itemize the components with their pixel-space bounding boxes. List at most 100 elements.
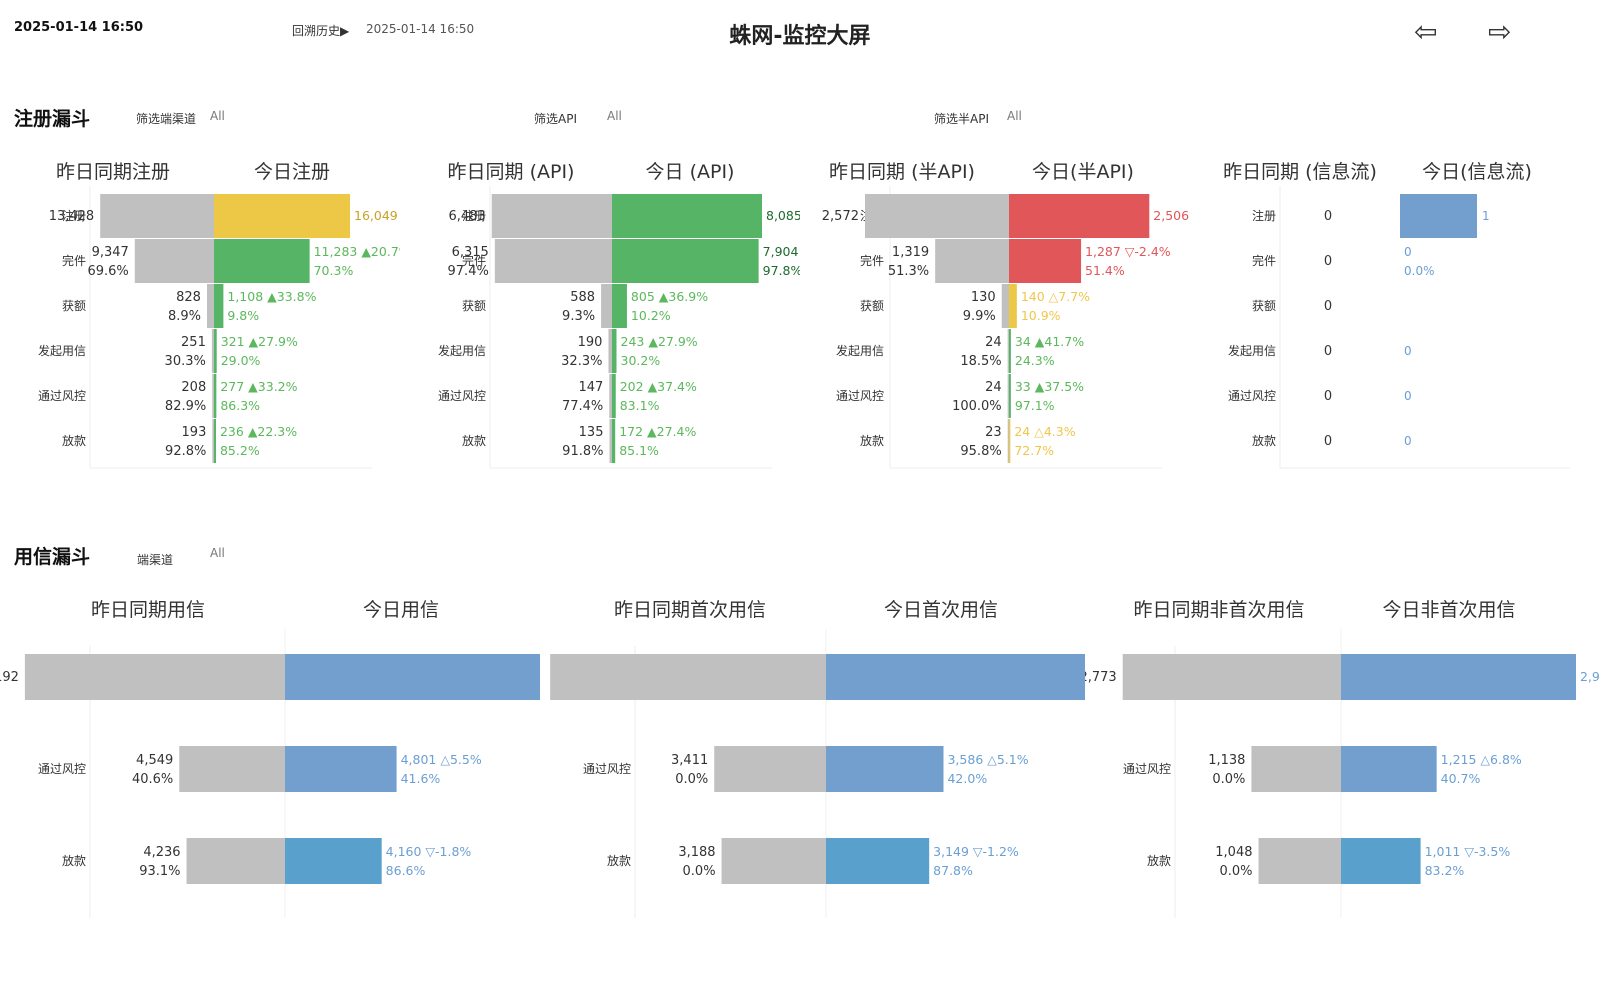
today-value: 0 — [1404, 245, 1412, 259]
today-value: 236 ▲22.3% — [220, 424, 297, 439]
today-bar — [285, 746, 397, 792]
yesterday-value: 208 — [181, 380, 206, 395]
right-panel-title: 今日注册 — [254, 161, 330, 183]
yesterday-bar — [609, 419, 612, 463]
today-rate: 9.8% — [227, 308, 259, 323]
today-bar — [612, 239, 759, 283]
today-value: 277 ▲33.2% — [220, 379, 297, 394]
today-value: 1,215 △6.8% — [1441, 752, 1522, 767]
forward-arrow-icon[interactable]: ⇨ — [1488, 18, 1511, 46]
today-value: 805 ▲36.9% — [631, 289, 708, 304]
today-value: 16,049 △19.5% — [354, 208, 400, 223]
left-panel-title: 昨日同期用信 — [91, 599, 205, 621]
yesterday-value: 1,048 — [1215, 845, 1252, 860]
non-first-credit-funnel-chart: 昨日同期非首次用信今日非首次用信发起用信2,7732,985 △7.6%通过风控… — [1085, 599, 1600, 918]
yesterday-value: 2,773 — [1085, 670, 1117, 685]
category-label: 放款 — [1147, 853, 1171, 868]
today-value: 2,506 ▽-2.6% — [1153, 208, 1190, 223]
today-bar — [612, 284, 627, 328]
today-value: 7,904 ▲25.2% — [763, 244, 800, 259]
left-panel-title: 昨日同期 (API) — [448, 161, 575, 183]
yesterday-rate: 82.9% — [165, 399, 206, 414]
category-label: 放款 — [62, 433, 86, 448]
category-label: 完件 — [860, 253, 884, 268]
yesterday-bar — [134, 239, 214, 283]
right-panel-title: 今日(信息流) — [1422, 161, 1532, 183]
yesterday-rate: 8.9% — [168, 309, 201, 324]
yesterday-bar — [550, 654, 826, 700]
today-value: 1,011 ▽-3.5% — [1425, 844, 1511, 859]
yesterday-rate: 51.3% — [888, 264, 929, 279]
today-bar — [612, 374, 616, 418]
yesterday-value: 1,138 — [1208, 753, 1245, 768]
right-panel-title: 今日 (API) — [646, 161, 735, 183]
today-value: 0 — [1404, 389, 1412, 403]
today-rate: 0.0% — [1404, 264, 1435, 278]
today-bar — [214, 419, 216, 463]
today-bar — [1009, 374, 1011, 418]
yesterday-value: 2,572 — [822, 209, 859, 224]
category-label: 通过风控 — [1228, 389, 1276, 403]
category-label: 放款 — [607, 853, 631, 868]
today-bar — [214, 194, 350, 238]
today-bar — [826, 838, 930, 884]
yesterday-bar — [491, 194, 612, 238]
filter-api-dropdown[interactable]: All — [607, 109, 622, 123]
yesterday-bar — [494, 239, 612, 283]
yesterday-bar — [1007, 329, 1009, 373]
filter-channel-dropdown[interactable]: All — [210, 109, 225, 123]
today-value: 34 ▲41.7% — [1015, 334, 1084, 349]
yesterday-rate: 0.0% — [1219, 864, 1252, 879]
category-label: 通过风控 — [836, 389, 884, 403]
yesterday-bar — [1122, 654, 1341, 700]
today-rate: 40.7% — [1441, 771, 1481, 786]
filter-half-api-dropdown[interactable]: All — [1007, 109, 1022, 123]
yesterday-value: 24 — [985, 335, 1002, 350]
yesterday-rate: 40.6% — [132, 772, 173, 787]
back-arrow-icon[interactable]: ⇦ — [1414, 18, 1437, 46]
yesterday-bar — [100, 194, 214, 238]
today-bar — [285, 838, 382, 884]
today-value: 140 △7.7% — [1021, 289, 1090, 304]
today-bar — [285, 654, 540, 700]
filter-channel-label: 筛选端渠道 — [136, 112, 197, 126]
filter-credit-channel-dropdown[interactable]: All — [210, 546, 225, 560]
today-rate: 30.2% — [621, 353, 661, 368]
category-label: 获额 — [1252, 299, 1276, 313]
yesterday-rate: 100.0% — [952, 399, 1002, 414]
yesterday-value: 0 — [1324, 209, 1332, 224]
left-panel-title: 昨日同期 (半API) — [829, 161, 975, 183]
category-label: 通过风控 — [38, 389, 86, 403]
yesterday-value: 0 — [1324, 434, 1332, 449]
today-bar — [826, 746, 944, 792]
today-rate: 70.3% — [314, 263, 354, 278]
yesterday-value: 0 — [1324, 299, 1332, 314]
yesterday-bar — [1251, 746, 1341, 792]
today-value: 8,085 ▲24.7% — [766, 208, 800, 223]
yesterday-bar — [1007, 374, 1009, 418]
credit-funnel-title: 用信漏斗 — [14, 546, 91, 568]
today-value: 11,283 ▲20.7% — [314, 244, 400, 259]
today-bar — [1341, 746, 1437, 792]
today-rate: 42.0% — [947, 771, 987, 786]
yesterday-value: 0 — [1324, 254, 1332, 269]
yesterday-value: 588 — [570, 290, 595, 305]
yesterday-rate: 0.0% — [1212, 772, 1245, 787]
yesterday-bar — [601, 284, 612, 328]
yesterday-value: 130 — [971, 290, 996, 305]
today-bar — [214, 239, 310, 283]
today-value: 1,108 ▲33.8% — [227, 289, 316, 304]
today-value: 4,160 ▽-1.8% — [386, 844, 472, 859]
left-panel-title: 昨日同期注册 — [56, 161, 170, 183]
yesterday-bar — [608, 329, 612, 373]
right-panel-title: 今日首次用信 — [884, 599, 998, 621]
yesterday-value: 147 — [578, 380, 603, 395]
today-rate: 86.6% — [386, 863, 426, 878]
yesterday-rate: 0.0% — [683, 864, 716, 879]
yesterday-value: 9,347 — [92, 245, 129, 260]
yesterday-value: 23 — [985, 425, 1002, 440]
registration-info-flow-funnel-chart: 昨日同期 (信息流) 今日(信息流) 注册 0 1 完件 0 0 0.0% 获额 0 发起用信 0 0 通过… — [1223, 161, 1570, 469]
yesterday-value: 190 — [578, 335, 603, 350]
yesterday-value: 6,483 — [449, 209, 486, 224]
registration-funnel-title: 注册漏斗 — [14, 108, 91, 130]
